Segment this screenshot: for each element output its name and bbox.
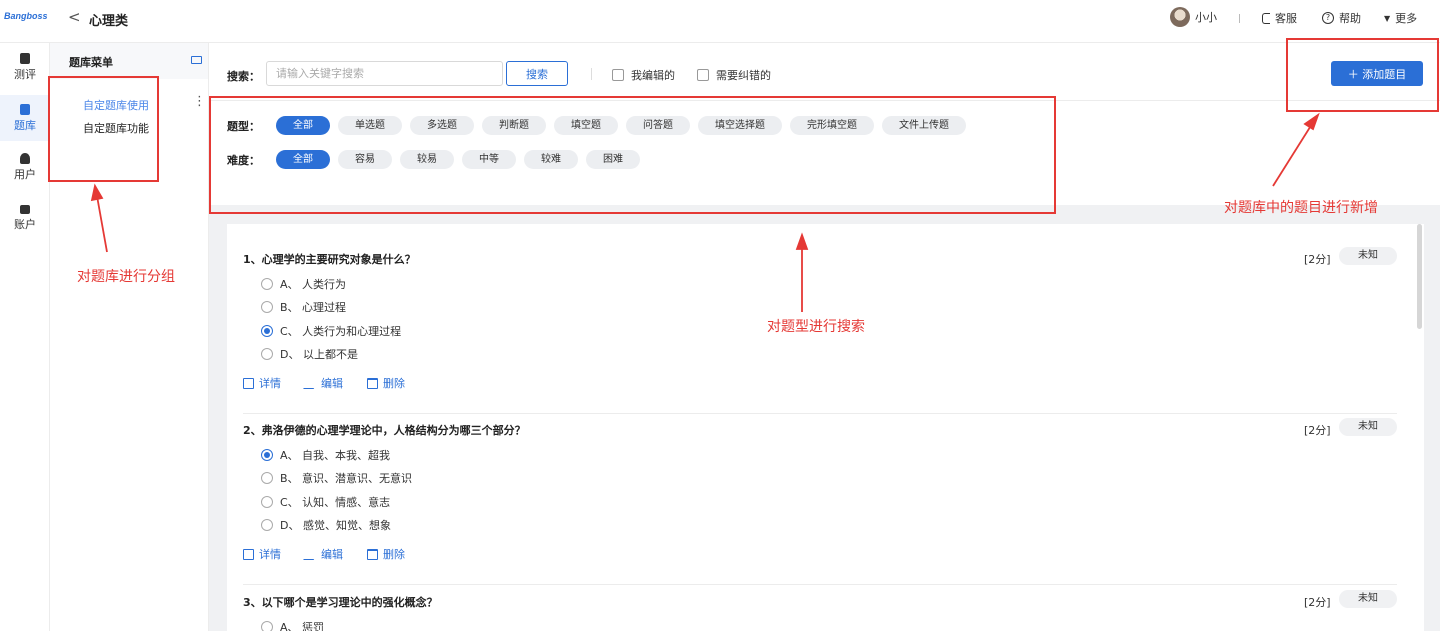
arrow-group-line — [96, 195, 108, 253]
arrow-add-line — [1272, 123, 1313, 187]
arrow-group-head — [90, 183, 104, 202]
annotation-arrows — [90, 112, 1320, 312]
arrow-add-head — [1303, 112, 1320, 131]
arrow-search-head — [795, 232, 809, 250]
